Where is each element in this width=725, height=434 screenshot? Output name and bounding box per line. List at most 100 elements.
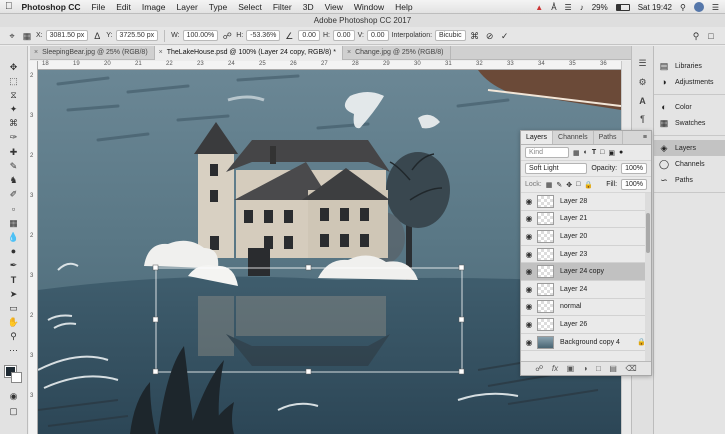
battery-percent[interactable]: 29% — [592, 3, 608, 12]
layer-row[interactable]: ◉ Layer 23 — [521, 246, 651, 264]
new-group-icon[interactable]: □ — [596, 364, 601, 373]
character-icon[interactable]: A — [639, 96, 646, 106]
gradient-tool-icon[interactable]: ▦ — [7, 216, 21, 230]
link-layers-icon[interactable]: ☍ — [535, 364, 543, 373]
notification-center-icon[interactable]: ☰ — [712, 3, 719, 12]
crop-tool-icon[interactable]: ⌘ — [7, 117, 21, 131]
scroll-thumb[interactable] — [646, 213, 650, 253]
search-icon[interactable]: ⚲ — [680, 3, 686, 12]
healing-brush-tool-icon[interactable]: ✚ — [7, 145, 21, 159]
volume-icon[interactable]: ♪ — [580, 3, 584, 12]
layer-row-selected[interactable]: ◉ Layer 24 copy — [521, 263, 651, 281]
battery-icon[interactable] — [615, 3, 630, 11]
background-color-swatch[interactable] — [10, 371, 22, 383]
zoom-tool-icon[interactable]: ⚲ — [7, 330, 21, 344]
horizontal-ruler[interactable]: 18 19 20 21 22 23 24 25 26 27 28 29 30 31 32 33 34 35 36 — [38, 61, 621, 70]
visibility-eye-icon[interactable]: ◉ — [521, 302, 537, 311]
layer-row[interactable]: ◉ Layer 21 — [521, 211, 651, 229]
vskew-field[interactable]: 0.00 — [366, 30, 389, 41]
layer-row[interactable]: ◉ normal — [521, 299, 651, 317]
x-field[interactable]: 3081.50 px — [45, 30, 89, 41]
close-icon[interactable]: × — [34, 49, 38, 56]
menu-window[interactable]: Window — [354, 2, 384, 12]
apple-menu-icon[interactable]:  — [5, 1, 13, 12]
marquee-tool-icon[interactable]: ⬚ — [7, 74, 21, 88]
tab-channels[interactable]: Channels — [553, 131, 594, 144]
menu-select[interactable]: Select — [238, 2, 262, 12]
menu-3d[interactable]: 3D — [303, 2, 314, 12]
home-icon[interactable]: ⌖ — [6, 30, 18, 42]
dock-libraries[interactable]: ▤ Libraries — [654, 58, 725, 74]
layer-row[interactable]: ◉ Layer 26 — [521, 316, 651, 334]
hand-tool-icon[interactable]: ✋ — [7, 315, 21, 329]
add-mask-icon[interactable]: ▣ — [567, 364, 575, 373]
tab-change[interactable]: × Change.jpg @ 25% (RGB/8) — [343, 46, 451, 60]
search-icon[interactable]: ⚲ — [690, 30, 702, 42]
quick-select-tool-icon[interactable]: ✦ — [7, 103, 21, 117]
menu-type[interactable]: Type — [209, 2, 227, 12]
app-menu[interactable]: Photoshop CC — [22, 2, 81, 12]
filter-pixel-icon[interactable]: ▦ — [573, 149, 580, 157]
tab-thelakehouse[interactable]: × TheLakeHouse.psd @ 100% (Layer 24 copy,… — [154, 46, 343, 60]
filter-adjust-icon[interactable]: ◐ — [584, 149, 588, 156]
delete-layer-icon[interactable]: ⌫ — [625, 364, 636, 373]
lock-artboard-icon[interactable]: □ — [576, 181, 580, 188]
properties-icon[interactable]: ⚙ — [638, 77, 646, 88]
user-avatar[interactable] — [693, 2, 704, 12]
clone-stamp-tool-icon[interactable]: ♞ — [7, 174, 21, 188]
new-adjustment-icon[interactable]: ◑ — [583, 364, 588, 373]
reference-point-icon[interactable]: ▦ — [21, 30, 33, 42]
menu-filter[interactable]: Filter — [273, 2, 292, 12]
menu-layer[interactable]: Layer — [177, 2, 198, 12]
dock-color[interactable]: ◐ Color — [654, 99, 725, 115]
bluetooth-icon[interactable]: Å — [551, 3, 556, 12]
commit-transform-icon[interactable]: ✓ — [499, 30, 511, 42]
delta-icon[interactable]: Δ — [91, 30, 103, 42]
dock-channels[interactable]: ◯ Channels — [654, 156, 725, 172]
visibility-eye-icon[interactable]: ◉ — [521, 267, 537, 276]
close-icon[interactable]: × — [347, 49, 351, 56]
panel-menu-icon[interactable]: ≡ — [643, 131, 651, 144]
quick-mask-icon[interactable]: ◉ — [7, 390, 21, 404]
path-select-tool-icon[interactable]: ➤ — [7, 287, 21, 301]
opacity-field[interactable]: 100% — [621, 163, 647, 174]
workspace-icon[interactable]: □ — [705, 30, 717, 42]
visibility-eye-icon[interactable]: ◉ — [521, 232, 537, 241]
tab-sleepingbear[interactable]: × SleepingBear.jpg @ 25% (RGB/8) — [30, 46, 155, 60]
kind-filter-select[interactable]: Kind — [525, 147, 569, 158]
clock[interactable]: Sat 19:42 — [638, 3, 672, 12]
more-tools-icon[interactable]: ⋯ — [7, 344, 21, 358]
pen-tool-icon[interactable]: ✒ — [7, 259, 21, 273]
lock-pixels-icon[interactable]: ✎ — [556, 181, 562, 189]
tab-paths[interactable]: Paths — [594, 131, 623, 144]
paragraph-icon[interactable]: ¶ — [640, 114, 645, 124]
menu-image[interactable]: Image — [142, 2, 166, 12]
visibility-eye-icon[interactable]: ◉ — [521, 338, 537, 347]
height-field[interactable]: -53.36% — [246, 30, 281, 41]
adobe-cc-icon[interactable]: ▲ — [535, 3, 543, 12]
layer-row[interactable]: ◉ Layer 28 — [521, 193, 651, 211]
dock-swatches[interactable]: ▦ Swatches — [654, 115, 725, 131]
blend-mode-select[interactable]: Soft Light — [525, 163, 588, 174]
blur-tool-icon[interactable]: 💧 — [7, 230, 21, 244]
tab-layers[interactable]: Layers — [521, 131, 554, 144]
visibility-eye-icon[interactable]: ◉ — [521, 320, 537, 329]
history-icon[interactable]: ☰ — [638, 58, 646, 69]
rectangle-tool-icon[interactable]: ▭ — [7, 301, 21, 315]
close-icon[interactable]: × — [159, 49, 163, 56]
y-field[interactable]: 3725.50 px — [115, 30, 159, 41]
move-tool-icon[interactable]: ✥ — [7, 60, 21, 74]
menu-help[interactable]: Help — [395, 2, 412, 12]
dodge-tool-icon[interactable]: ● — [7, 244, 21, 258]
interpolation-select[interactable]: Bicubic — [435, 30, 466, 41]
visibility-eye-icon[interactable]: ◉ — [521, 285, 537, 294]
fill-field[interactable]: 100% — [621, 179, 647, 190]
new-layer-icon[interactable]: ▤ — [609, 364, 617, 373]
hskew-field[interactable]: 0.00 — [332, 30, 355, 41]
brush-tool-icon[interactable]: ✎ — [7, 159, 21, 173]
filter-toggle-icon[interactable]: ● — [619, 149, 623, 156]
visibility-eye-icon[interactable]: ◉ — [521, 197, 537, 206]
angle-field[interactable]: 0.00 — [298, 30, 320, 41]
visibility-eye-icon[interactable]: ◉ — [521, 214, 537, 223]
wifi-icon[interactable]: ☰ — [565, 3, 572, 12]
